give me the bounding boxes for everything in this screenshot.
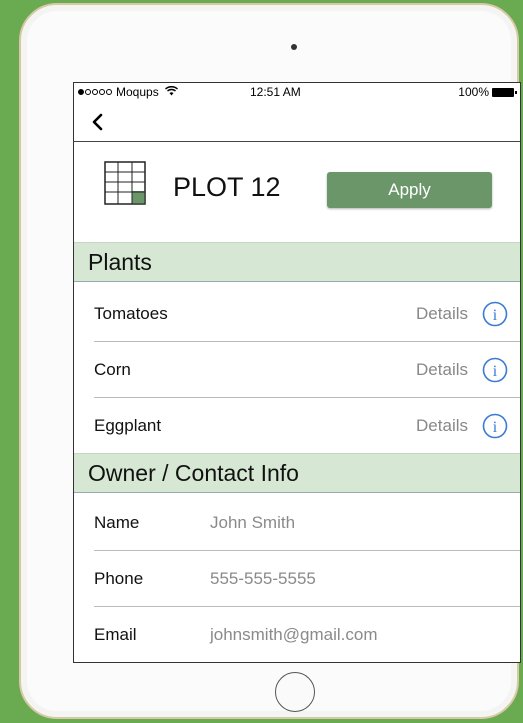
contact-row-name: Name John Smith: [94, 495, 520, 551]
plant-name: Tomatoes: [94, 303, 168, 323]
plant-name: Corn: [94, 359, 131, 379]
nav-bar: [74, 103, 520, 142]
plant-row-tomatoes[interactable]: Tomatoes Details i: [94, 286, 520, 342]
wifi-icon: [164, 85, 178, 99]
app-screen: Moqups 12:51 AM 100% PLOT 12 Apply Plant…: [73, 82, 521, 663]
plot-grid-icon: [104, 161, 146, 205]
info-icon[interactable]: i: [482, 413, 508, 439]
home-button[interactable]: [275, 672, 315, 712]
battery-percent: 100%: [458, 85, 489, 99]
contact-row-phone: Phone 555-555-5555: [94, 551, 520, 607]
camera-dot: [291, 44, 297, 50]
contact-label: Phone: [94, 568, 144, 588]
contact-value: 555-555-5555: [210, 568, 316, 588]
plant-row-eggplant[interactable]: Eggplant Details i: [94, 398, 520, 454]
plants-section-header: Plants: [74, 242, 520, 282]
status-right: 100%: [458, 85, 517, 99]
plot-title: PLOT 12: [173, 172, 281, 202]
contact-value: johnsmith@gmail.com: [210, 625, 378, 644]
plant-name: Eggplant: [94, 416, 162, 435]
contact-section-header: Owner / Contact Info: [74, 453, 520, 493]
plant-row-corn[interactable]: Corn Details i: [94, 342, 520, 398]
carrier-name: Moqups: [116, 85, 159, 99]
svg-text:i: i: [493, 419, 498, 436]
back-chevron-icon[interactable]: [88, 111, 108, 133]
status-bar: Moqups 12:51 AM 100%: [74, 83, 520, 103]
contact-row-email: Email johnsmith@gmail.com: [94, 607, 520, 662]
contact-label: Email: [94, 625, 137, 644]
plot-header: PLOT 12 Apply: [74, 142, 520, 242]
tablet-frame: Moqups 12:51 AM 100% PLOT 12 Apply Plant…: [19, 3, 521, 719]
svg-text:i: i: [493, 363, 498, 380]
details-link[interactable]: Details: [416, 360, 468, 380]
contact-value: John Smith: [210, 512, 296, 532]
info-icon[interactable]: i: [482, 301, 508, 327]
status-time: 12:51 AM: [250, 85, 301, 99]
details-link[interactable]: Details: [416, 304, 468, 324]
info-icon[interactable]: i: [482, 357, 508, 383]
status-left: Moqups: [78, 85, 178, 99]
signal-dots-icon: [78, 89, 112, 95]
contact-label: Name: [94, 512, 140, 532]
details-link[interactable]: Details: [416, 416, 468, 436]
svg-text:i: i: [493, 307, 498, 324]
battery-icon: [492, 87, 517, 97]
apply-button[interactable]: Apply: [327, 172, 492, 208]
